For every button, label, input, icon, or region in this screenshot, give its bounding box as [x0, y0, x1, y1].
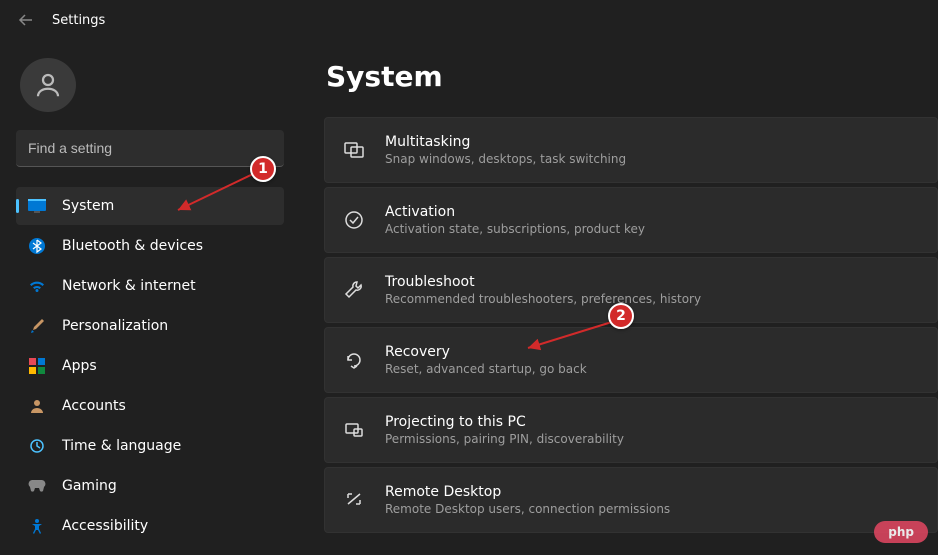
sidebar-item-label: Apps [62, 358, 97, 374]
search-input[interactable] [16, 130, 284, 167]
card-projecting[interactable]: Projecting to this PC Permissions, pairi… [324, 397, 938, 463]
projecting-icon [343, 419, 365, 441]
accessibility-icon [28, 517, 46, 535]
settings-cards: Multitasking Snap windows, desktops, tas… [324, 117, 938, 533]
titlebar: Settings [0, 0, 938, 40]
sidebar-item-system[interactable]: System [16, 187, 284, 225]
card-title: Recovery [385, 344, 587, 360]
sidebar-item-label: System [62, 198, 114, 214]
card-multitasking[interactable]: Multitasking Snap windows, desktops, tas… [324, 117, 938, 183]
card-subtitle: Permissions, pairing PIN, discoverabilit… [385, 432, 624, 446]
card-subtitle: Snap windows, desktops, task switching [385, 152, 626, 166]
sidebar-item-bluetooth[interactable]: Bluetooth & devices [16, 227, 284, 265]
sidebar-item-gaming[interactable]: Gaming [16, 467, 284, 505]
sidebar-item-label: Network & internet [62, 278, 196, 294]
sidebar-item-label: Bluetooth & devices [62, 238, 203, 254]
page-title: System [326, 60, 938, 93]
card-title: Remote Desktop [385, 484, 670, 500]
card-subtitle: Remote Desktop users, connection permiss… [385, 502, 670, 516]
sidebar-item-label: Gaming [62, 478, 117, 494]
bluetooth-icon [28, 237, 46, 255]
sidebar-item-accessibility[interactable]: Accessibility [16, 507, 284, 545]
sidebar-item-label: Time & language [62, 438, 181, 454]
display-icon [28, 197, 46, 215]
sidebar-item-time-language[interactable]: Time & language [16, 427, 284, 465]
recovery-icon [343, 349, 365, 371]
sidebar-item-accounts[interactable]: Accounts [16, 387, 284, 425]
card-recovery[interactable]: Recovery Reset, advanced startup, go bac… [324, 327, 938, 393]
card-subtitle: Activation state, subscriptions, product… [385, 222, 645, 236]
watermark: php [874, 521, 928, 543]
main-content: System Multitasking Snap windows, deskto… [300, 40, 938, 553]
sidebar-item-personalization[interactable]: Personalization [16, 307, 284, 345]
paintbrush-icon [28, 317, 46, 335]
checkmark-circle-icon [343, 209, 365, 231]
sidebar-item-apps[interactable]: Apps [16, 347, 284, 385]
sidebar-item-label: Personalization [62, 318, 168, 334]
gamepad-icon [28, 477, 46, 495]
sidebar: System Bluetooth & devices Network & int… [0, 40, 300, 553]
multitasking-icon [343, 139, 365, 161]
card-title: Troubleshoot [385, 274, 701, 290]
card-activation[interactable]: Activation Activation state, subscriptio… [324, 187, 938, 253]
avatar[interactable] [20, 58, 76, 112]
card-title: Activation [385, 204, 645, 220]
annotation-marker-2: 2 [608, 303, 634, 329]
sidebar-item-label: Accounts [62, 398, 126, 414]
card-remote-desktop[interactable]: Remote Desktop Remote Desktop users, con… [324, 467, 938, 533]
back-icon[interactable] [18, 12, 34, 28]
person-icon [28, 397, 46, 415]
globe-clock-icon [28, 437, 46, 455]
apps-icon [28, 357, 46, 375]
app-title: Settings [52, 13, 105, 28]
sidebar-item-label: Accessibility [62, 518, 148, 534]
card-subtitle: Recommended troubleshooters, preferences… [385, 292, 701, 306]
wrench-icon [343, 279, 365, 301]
card-subtitle: Reset, advanced startup, go back [385, 362, 587, 376]
remote-desktop-icon [343, 489, 365, 511]
wifi-icon [28, 277, 46, 295]
card-title: Projecting to this PC [385, 414, 624, 430]
sidebar-item-network[interactable]: Network & internet [16, 267, 284, 305]
annotation-marker-1: 1 [250, 156, 276, 182]
nav-list: System Bluetooth & devices Network & int… [16, 187, 284, 545]
card-title: Multitasking [385, 134, 626, 150]
